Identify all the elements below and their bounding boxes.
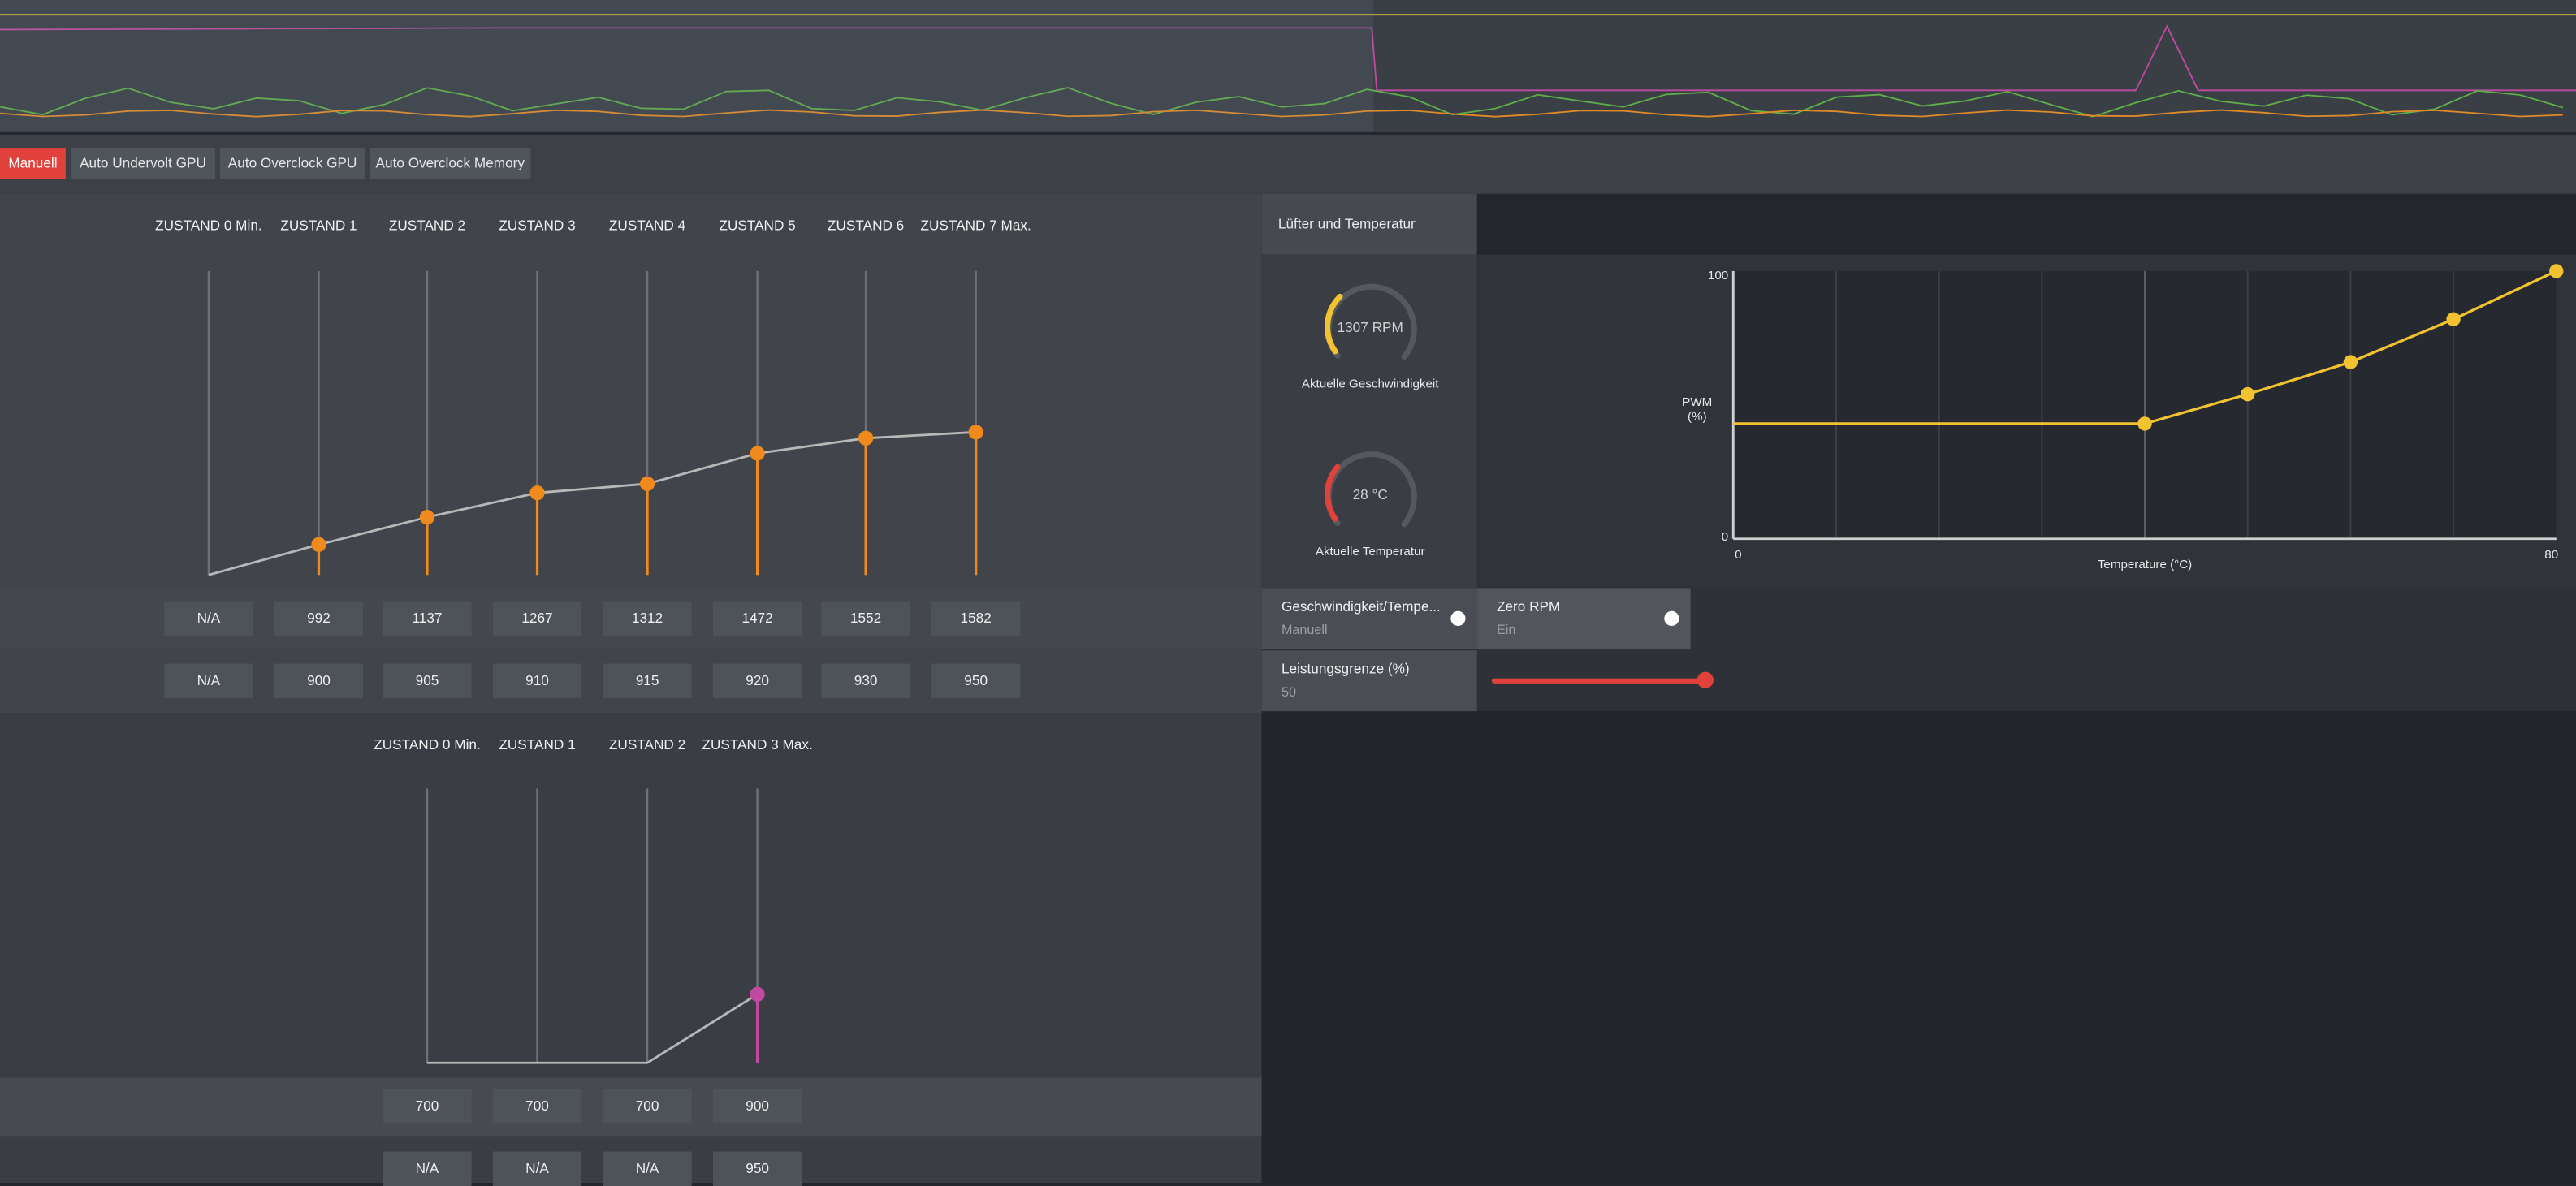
- power-limit-value: 50: [1281, 684, 1296, 701]
- mem-voltage-field-2[interactable]: N/A: [603, 1151, 692, 1186]
- temperature-value: 28 °C: [1352, 485, 1388, 503]
- mem-voltage-field-3[interactable]: 950: [712, 1151, 802, 1186]
- gpu-voltage-field-6[interactable]: 930: [821, 663, 910, 699]
- fan-x-tick-min: 0: [1735, 548, 1741, 562]
- fan-mode-setting[interactable]: Geschwindigkeit/Tempe... Manuell: [1261, 588, 1477, 649]
- fan-curve-point-1[interactable]: [2137, 416, 2152, 431]
- fan-curve-point-2[interactable]: [2241, 386, 2255, 402]
- fan-speed-value: 1307 RPM: [1337, 318, 1403, 335]
- gpu-frequency-field-1[interactable]: 992: [274, 601, 364, 636]
- fan-curve-point-5[interactable]: [2549, 264, 2564, 278]
- fan-curve-point-3[interactable]: [2343, 355, 2358, 369]
- fan-speed-caption: Aktuelle Geschwindigkeit: [1301, 376, 1439, 391]
- power-limit-slider[interactable]: [1491, 650, 1755, 711]
- zero-rpm-toggle[interactable]: [1664, 610, 1679, 626]
- power-limit-setting: Leistungsgrenze (%) 50: [1261, 650, 1477, 712]
- gpu-voltage-field-7[interactable]: 950: [931, 663, 1021, 699]
- gpu-frequency-field-0[interactable]: N/A: [164, 601, 253, 636]
- fan-mode-value: Manuell: [1281, 622, 1328, 638]
- gpu-state-handle-4[interactable]: [639, 476, 655, 492]
- gpu-state-curve[interactable]: [0, 194, 1262, 589]
- power-limit-title: Leistungsgrenze (%): [1281, 660, 1410, 677]
- mem-frequency-field-0[interactable]: 700: [383, 1089, 472, 1124]
- gpu-state-handle-2[interactable]: [419, 510, 435, 525]
- mem-frequency-field-2[interactable]: 700: [603, 1089, 692, 1124]
- power-limit-thumb[interactable]: [1696, 671, 1714, 688]
- memory-state-curve[interactable]: [0, 713, 1262, 1077]
- gpu-voltage-field-4[interactable]: 915: [603, 663, 692, 699]
- temperature-caption: Aktuelle Temperatur: [1315, 543, 1425, 559]
- fan-curve-point-4[interactable]: [2446, 312, 2461, 326]
- gpu-clock-panel: ZUSTAND 0 Min. ZUSTAND 1 ZUSTAND 2 ZUSTA…: [0, 193, 1262, 714]
- gpu-voltage-field-1[interactable]: 900: [274, 663, 364, 699]
- fan-y-tick-max: 100: [1708, 269, 1728, 282]
- fan-y-label-line1: PWM: [1682, 395, 1712, 409]
- mem-curve-line: [426, 993, 759, 1064]
- fan-gauges: 1307 RPM Aktuelle Geschwindigkeit 28 °C …: [1261, 254, 1477, 589]
- gpu-voltage-field-3[interactable]: 910: [492, 663, 582, 699]
- gpu-frequency-field-2[interactable]: 1137: [383, 601, 472, 636]
- gpu-state-handle-7[interactable]: [968, 425, 983, 440]
- gpu-voltage-field-2[interactable]: 905: [383, 663, 472, 699]
- power-limit-fill: [1491, 678, 1705, 684]
- gpu-voltage-field-0[interactable]: N/A: [164, 663, 253, 699]
- fan-x-label: Temperature (°C): [2098, 558, 2192, 571]
- fan-mode-toggle[interactable]: [1450, 610, 1466, 626]
- mem-state-handle-3[interactable]: [750, 986, 765, 1002]
- tab-bar: Manuell Auto Undervolt GPU Auto Overcloc…: [0, 134, 2576, 194]
- fan-x-tick-max: 80: [2544, 548, 2558, 562]
- fan-y-tick-min: 0: [1722, 530, 1728, 544]
- gpu-frequency-field-6[interactable]: 1552: [821, 601, 910, 636]
- gpu-voltage-field-5[interactable]: 920: [712, 663, 802, 699]
- fan-mode-title: Geschwindigkeit/Tempe...: [1281, 597, 1440, 615]
- mem-frequency-field-3[interactable]: 900: [712, 1089, 802, 1124]
- gpu-frequency-field-3[interactable]: 1267: [492, 601, 582, 636]
- tab-manuell[interactable]: Manuell: [0, 148, 66, 179]
- gpu-state-handle-6[interactable]: [858, 430, 874, 446]
- gpu-state-handle-5[interactable]: [750, 446, 765, 461]
- fan-section-title: Lüfter und Temperatur: [1261, 193, 1477, 255]
- zero-rpm-setting[interactable]: Zero RPM Ein: [1476, 588, 1691, 649]
- fan-y-label-line2: (%): [1688, 410, 1707, 424]
- gpu-frequency-field-7[interactable]: 1582: [931, 601, 1021, 636]
- mem-voltage-field-0[interactable]: N/A: [383, 1151, 472, 1186]
- gpu-frequency-field-5[interactable]: 1472: [712, 601, 802, 636]
- zero-rpm-value: Ein: [1496, 622, 1516, 638]
- gpu-frequency-field-4[interactable]: 1312: [603, 601, 692, 636]
- tab-auto-overclock-memory[interactable]: Auto Overclock Memory: [370, 148, 531, 179]
- mem-frequency-field-1[interactable]: 700: [492, 1089, 582, 1124]
- tab-auto-overclock-gpu[interactable]: Auto Overclock GPU: [220, 148, 365, 179]
- tab-auto-undervolt-gpu[interactable]: Auto Undervolt GPU: [70, 148, 216, 179]
- empty-area: [1261, 711, 2576, 1183]
- gpu-state-handle-1[interactable]: [311, 537, 326, 552]
- fan-settings-row: Geschwindigkeit/Tempe... Manuell Zero RP…: [1261, 588, 2576, 712]
- mem-voltage-field-1[interactable]: N/A: [492, 1151, 582, 1186]
- monitoring-graph: [0, 0, 2576, 132]
- zero-rpm-title: Zero RPM: [1496, 597, 1561, 615]
- gpu-curve-line: [208, 430, 976, 576]
- gpu-state-handle-3[interactable]: [529, 485, 545, 501]
- memory-clock-panel: ZUSTAND 0 Min. ZUSTAND 1 ZUSTAND 2 ZUSTA…: [0, 713, 1262, 1186]
